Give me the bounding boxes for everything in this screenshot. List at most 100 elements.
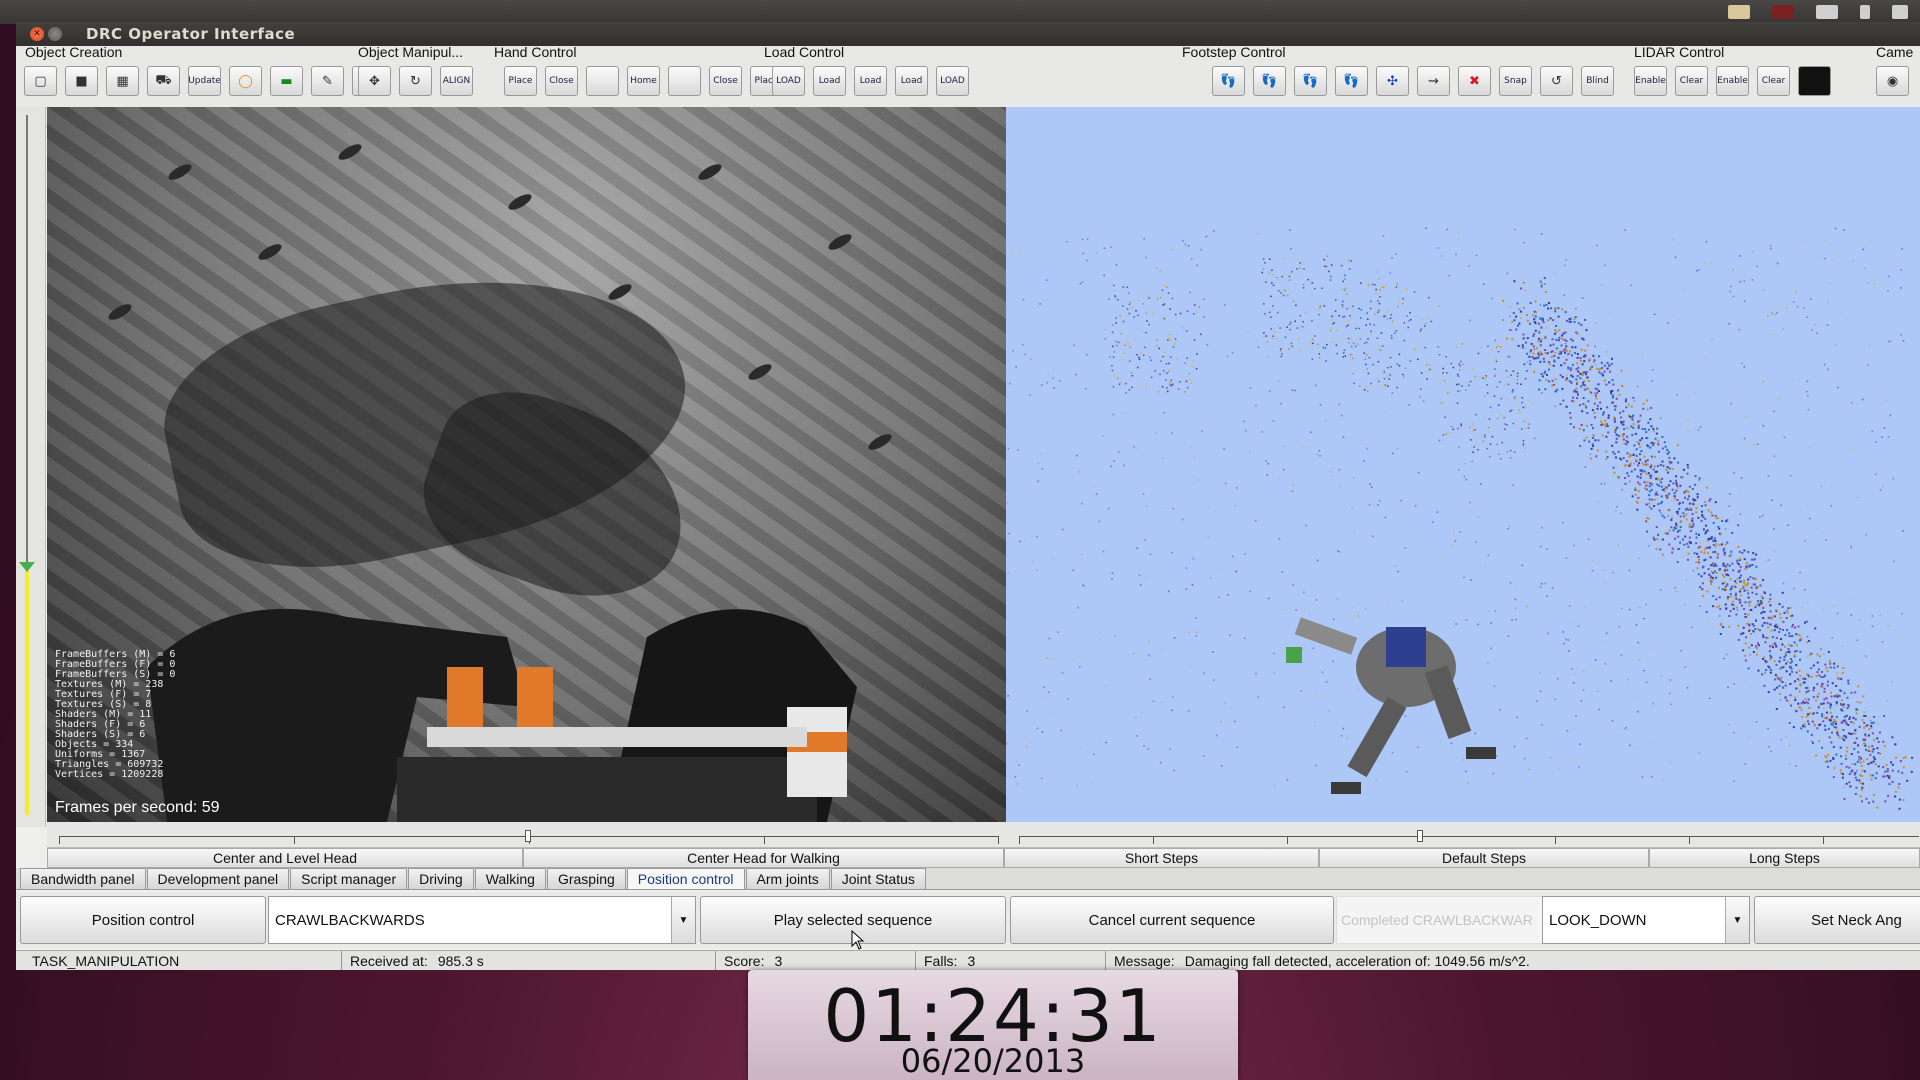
footstep-grid-button[interactable]: ✣ [1376, 66, 1409, 96]
mouse-cursor-icon [851, 930, 865, 950]
toolbar-group-title: Object Creation [25, 44, 123, 60]
position-control-button[interactable]: Position control [20, 896, 266, 944]
default-steps-button[interactable]: Default Steps [1319, 848, 1649, 868]
fps-readout: Frames per second: 59 [55, 799, 220, 816]
footstep-turn-button[interactable]: ↺ [1540, 66, 1573, 96]
footstep-both-button[interactable]: 👣 [1294, 66, 1327, 96]
toolbar-buttons: ◉ [1876, 66, 1909, 96]
set-neck-angle-button[interactable]: Set Neck Ang [1754, 896, 1920, 944]
long-steps-button[interactable]: Long Steps [1649, 848, 1920, 868]
footstep-left-button[interactable]: 👣 [1212, 66, 1245, 96]
position-control-panel: Position control CRAWLBACKWARDS ▼ Play s… [16, 892, 1920, 948]
lidar-3d-view[interactable] [1006, 107, 1920, 822]
os-top-panel [0, 0, 1920, 24]
create-ring-button[interactable]: ◯ [229, 66, 262, 96]
update-vehicle-button[interactable]: Update [188, 66, 221, 96]
window-titlebar: ✕ DRC Operator Interface [16, 22, 1920, 46]
chevron-down-icon[interactable]: ▼ [1725, 897, 1749, 943]
load-3-button[interactable]: Load [854, 66, 887, 96]
create-cube-button[interactable]: ■ [65, 66, 98, 96]
window-title: DRC Operator Interface [86, 25, 296, 43]
chevron-down-icon[interactable]: ▼ [671, 897, 695, 943]
terrain-bump [506, 191, 534, 213]
slider-knob[interactable] [1417, 830, 1423, 842]
hand-home-button[interactable]: Home [627, 66, 660, 96]
battery-tray-icon[interactable] [1772, 5, 1794, 19]
step-length-slider[interactable] [1019, 830, 1919, 844]
create-tool-button[interactable]: ✎ [311, 66, 344, 96]
tab-driving[interactable]: Driving [408, 868, 474, 889]
center-level-head-button[interactable]: Center and Level Head [47, 848, 523, 868]
toolbar-group-title: Load Control [764, 44, 845, 60]
panel-tabs: Bandwidth panel Development panel Script… [16, 868, 1920, 890]
create-box-button[interactable]: ▢ [24, 66, 57, 96]
short-steps-button[interactable]: Short Steps [1004, 848, 1319, 868]
terrain-bump [606, 281, 634, 303]
operator-window: ✕ DRC Operator Interface Object Creation… [16, 22, 1920, 970]
clock-date: 06/20/2013 [900, 1042, 1086, 1080]
move-object-button[interactable]: ✥ [358, 66, 391, 96]
footstep-right-button[interactable]: 👣 [1253, 66, 1286, 96]
mail-tray-icon[interactable] [1816, 5, 1838, 19]
toolbar-group-title: LIDAR Control [1634, 44, 1725, 60]
rotate-object-button[interactable]: ↻ [399, 66, 432, 96]
clock-overlay: 01:24:31 06/20/2013 [748, 970, 1238, 1080]
bluetooth-tray-icon[interactable] [1860, 5, 1870, 19]
footstep-pair-button[interactable]: 👣 [1335, 66, 1368, 96]
slider-fill [25, 571, 29, 815]
slider-handle[interactable] [19, 562, 35, 572]
lidar-enable2-button[interactable]: Enable [1716, 66, 1749, 96]
hand-blank-button[interactable] [586, 66, 619, 96]
load-2-button[interactable]: Load [813, 66, 846, 96]
load-4-button[interactable]: Load [895, 66, 928, 96]
slider-knob[interactable] [525, 830, 531, 842]
sequence-select[interactable]: CRAWLBACKWARDS ▼ [268, 896, 696, 944]
preset-row: Center and Level Head Center Head for Wa… [47, 848, 1920, 868]
neck-pose-select[interactable]: LOOK_DOWN ▼ [1542, 896, 1750, 944]
tab-arm-joints[interactable]: Arm joints [745, 868, 830, 889]
tab-walking[interactable]: Walking [474, 868, 546, 889]
hand-blank2-button[interactable] [668, 66, 701, 96]
tab-script-manager[interactable]: Script manager [290, 868, 408, 889]
hand-place-button[interactable]: Place [504, 66, 537, 96]
create-grid-button[interactable]: ▦ [106, 66, 139, 96]
robot-model [1286, 617, 1496, 794]
camera-yaw-slider[interactable] [59, 830, 999, 844]
hand-close2-button[interactable]: Close [709, 66, 742, 96]
lidar-clear2-button[interactable]: Clear [1757, 66, 1790, 96]
toolbar-buttons: LOAD Load Load Load LOAD [772, 66, 969, 96]
footstep-blind-button[interactable]: Blind [1581, 66, 1614, 96]
lidar-black-button[interactable] [1798, 66, 1831, 96]
head-pitch-slider[interactable] [16, 107, 46, 827]
folder-tray-icon[interactable] [1728, 5, 1750, 19]
sequence-select-value: CRAWLBACKWARDS [275, 911, 425, 929]
terrain-bump [696, 161, 724, 183]
tab-joint-status[interactable]: Joint Status [830, 868, 926, 889]
network-tray-icon[interactable] [1892, 5, 1908, 19]
create-table-button[interactable]: ▬ [270, 66, 303, 96]
window-minimize-icon[interactable] [48, 27, 62, 41]
tab-development-panel[interactable]: Development panel [146, 868, 290, 889]
footstep-snap-button[interactable]: Snap [1499, 66, 1532, 96]
tab-position-control[interactable]: Position control [626, 868, 745, 889]
task-status: TASK_MANIPULATION [16, 951, 342, 970]
toolbar-group-title: Object Manipul... [358, 44, 464, 60]
create-vehicle-button[interactable]: ⛟ [147, 66, 180, 96]
load-1-button[interactable]: LOAD [772, 66, 805, 96]
cancel-sequence-button[interactable]: Cancel current sequence [1010, 896, 1334, 944]
camera-button[interactable]: ◉ [1876, 66, 1909, 96]
lidar-enable-button[interactable]: Enable [1634, 66, 1667, 96]
window-close-icon[interactable]: ✕ [30, 27, 44, 41]
tab-bandwidth-panel[interactable]: Bandwidth panel [20, 868, 146, 889]
align-object-button[interactable]: ALIGN [440, 66, 473, 96]
tab-grasping[interactable]: Grasping [546, 868, 626, 889]
load-5-button[interactable]: LOAD [936, 66, 969, 96]
footstep-path-button[interactable]: ⇝ [1417, 66, 1450, 96]
toolbar-buttons: Place Close Home Close Place [504, 66, 783, 96]
center-head-walking-button[interactable]: Center Head for Walking [523, 848, 1004, 868]
footstep-delete-button[interactable]: ✖ [1458, 66, 1491, 96]
terrain-bump [746, 361, 774, 383]
hand-close-button[interactable]: Close [545, 66, 578, 96]
lidar-clear-button[interactable]: Clear [1675, 66, 1708, 96]
camera-view[interactable]: FrameBuffers (M) = 6 FrameBuffers (F) = … [47, 107, 1006, 822]
